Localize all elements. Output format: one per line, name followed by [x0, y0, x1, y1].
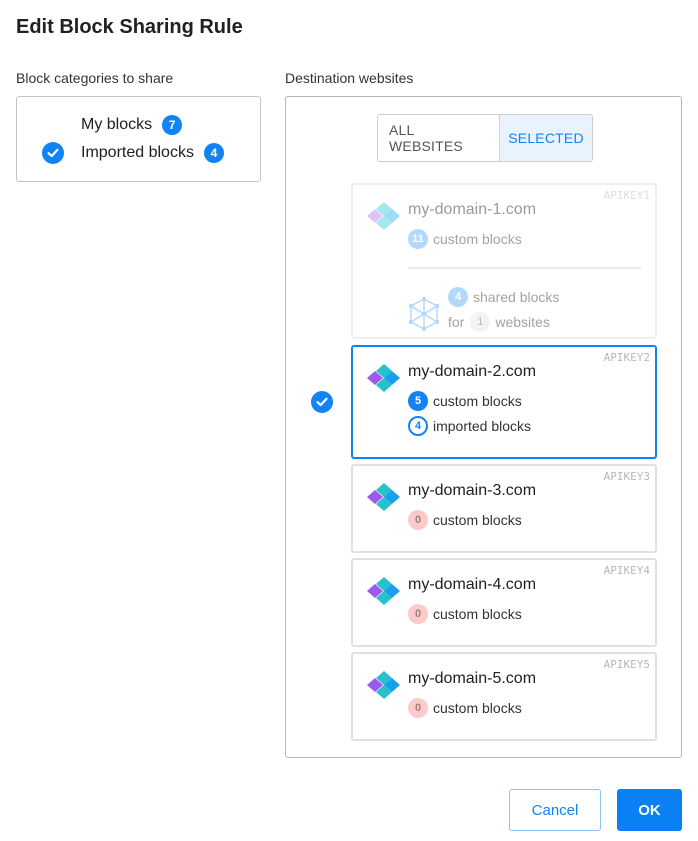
site-logo-icon — [367, 671, 400, 699]
dialog-title: Edit Block Sharing Rule — [16, 16, 243, 38]
shared-websites-stat: for 1 websites — [448, 312, 550, 332]
apikey-label: APIKEY1 — [603, 189, 650, 202]
stat-label: custom blocks — [433, 393, 522, 409]
ok-button[interactable]: OK — [617, 789, 682, 831]
site-card-3[interactable]: APIKEY3 my-domain-3.com 0 custom blocks — [351, 464, 657, 553]
category-imported-blocks[interactable]: Imported blocks 4 — [81, 143, 224, 163]
site-logo-icon — [367, 577, 400, 605]
site-logo-icon — [367, 364, 400, 392]
count-badge: 1 — [470, 312, 491, 332]
categories-box: My blocks 7 Imported blocks 4 — [16, 96, 261, 182]
count-badge: 4 — [203, 143, 224, 163]
destinations-label: Destination websites — [285, 70, 414, 86]
destinations-box: ALL WEBSITES SELECTED APIKEY1 my-domain-… — [285, 96, 682, 758]
category-label: Imported blocks — [81, 144, 194, 161]
apikey-label: APIKEY2 — [603, 351, 650, 364]
custom-blocks-stat: 11 custom blocks — [408, 229, 522, 249]
check-circle-icon[interactable] — [311, 391, 333, 413]
count-badge: 0 — [408, 698, 428, 718]
website-scope-toggle: ALL WEBSITES SELECTED — [377, 114, 593, 162]
site-logo-icon — [367, 202, 400, 230]
stat-label: imported blocks — [433, 418, 532, 434]
count-badge: 5 — [408, 391, 428, 411]
custom-blocks-stat: 0 custom blocks — [408, 510, 522, 530]
site-domain: my-domain-5.com — [408, 670, 537, 687]
for-label: for — [448, 314, 465, 330]
custom-blocks-stat: 0 custom blocks — [408, 604, 522, 624]
site-card-4[interactable]: APIKEY4 my-domain-4.com 0 custom blocks — [351, 558, 657, 647]
cancel-button[interactable]: Cancel — [509, 789, 601, 831]
check-circle-icon[interactable] — [42, 142, 64, 164]
site-domain: my-domain-2.com — [408, 363, 537, 380]
site-domain: my-domain-4.com — [408, 576, 537, 593]
site-card-1: APIKEY1 my-domain-1.com 11 custom blocks — [351, 183, 657, 339]
site-card-2[interactable]: APIKEY2 my-domain-2.com 5 custom blocks … — [351, 345, 657, 459]
category-label: My blocks — [81, 116, 153, 133]
apikey-label: APIKEY3 — [603, 470, 650, 483]
stat-label: websites — [495, 314, 550, 330]
site-card-5[interactable]: APIKEY5 my-domain-5.com 0 custom blocks — [351, 652, 657, 741]
divider — [408, 267, 641, 269]
all-websites-button[interactable]: ALL WEBSITES — [378, 115, 499, 161]
selected-websites-button[interactable]: SELECTED — [499, 115, 592, 161]
count-badge: 0 — [408, 604, 428, 624]
custom-blocks-stat: 0 custom blocks — [408, 698, 522, 718]
categories-label: Block categories to share — [16, 70, 174, 86]
count-badge: 4 — [408, 416, 428, 436]
apikey-label: APIKEY5 — [603, 658, 650, 671]
stat-label: shared blocks — [473, 289, 560, 305]
imported-blocks-stat: 4 imported blocks — [408, 416, 531, 436]
stat-label: custom blocks — [433, 231, 522, 247]
stat-label: custom blocks — [433, 512, 522, 528]
count-badge: 7 — [162, 115, 183, 135]
apikey-label: APIKEY4 — [603, 564, 650, 577]
count-badge: 0 — [408, 510, 428, 530]
network-cube-icon — [408, 297, 440, 331]
count-badge: 11 — [408, 229, 428, 249]
count-badge: 4 — [448, 287, 468, 307]
category-my-blocks[interactable]: My blocks 7 — [81, 115, 183, 135]
site-domain: my-domain-3.com — [408, 482, 537, 499]
site-logo-icon — [367, 483, 400, 511]
stat-label: custom blocks — [433, 606, 522, 622]
shared-blocks-stat: 4 shared blocks — [448, 287, 559, 307]
custom-blocks-stat: 5 custom blocks — [408, 391, 522, 411]
stat-label: custom blocks — [433, 700, 522, 716]
site-domain: my-domain-1.com — [408, 201, 537, 218]
